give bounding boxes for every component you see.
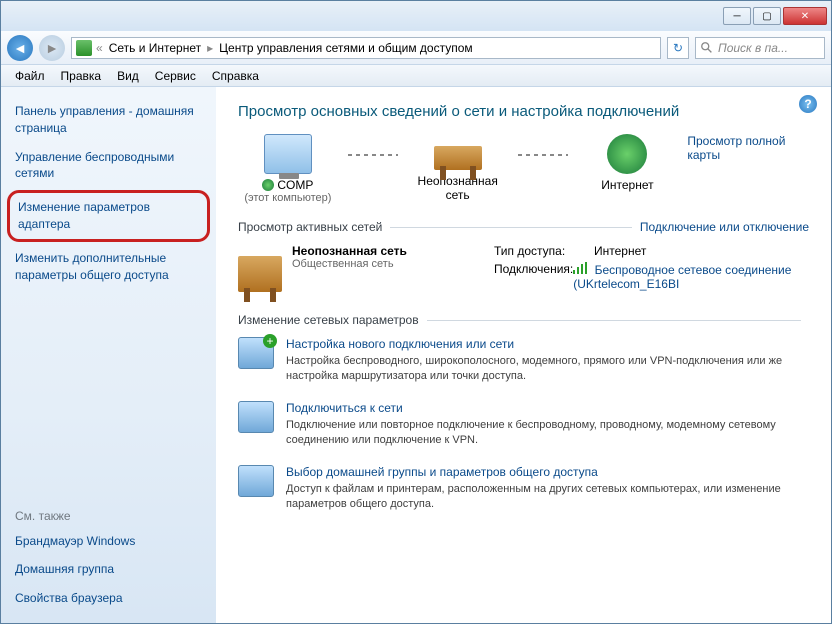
active-network-info[interactable]: Неопознанная сеть Общественная сеть bbox=[238, 244, 478, 295]
network-map: COMP (этот компьютер) Неопознанная сеть … bbox=[238, 134, 809, 204]
chevron-right-icon: ▸ bbox=[207, 41, 213, 55]
control-panel-icon bbox=[76, 40, 92, 56]
task-new-connection[interactable]: Настройка нового подключения или сети На… bbox=[238, 337, 809, 385]
sidebar: Панель управления - домашняя страница Уп… bbox=[1, 87, 216, 623]
active-network-props: Тип доступа: Интернет Подключения: Беспр… bbox=[494, 244, 809, 295]
minimize-button[interactable]: ─ bbox=[723, 7, 751, 25]
divider bbox=[390, 227, 632, 228]
node-computer-sub: (этот компьютер) bbox=[238, 192, 338, 204]
sidebar-wireless[interactable]: Управление беспроводными сетями bbox=[13, 143, 204, 189]
page-title: Просмотр основных сведений о сети и наст… bbox=[238, 103, 809, 120]
bench-icon bbox=[238, 256, 282, 292]
prop-connections-label: Подключения: bbox=[494, 262, 573, 291]
prop-access-label: Тип доступа: bbox=[494, 244, 594, 258]
titlebar: ─ ▢ ✕ bbox=[1, 1, 831, 31]
main-panel: ? Просмотр основных сведений о сети и на… bbox=[216, 87, 831, 623]
task-homegroup[interactable]: Выбор домашней группы и параметров общег… bbox=[238, 465, 809, 513]
prop-connections-link[interactable]: Беспроводное сетевое соединение (UKrtele… bbox=[573, 262, 809, 291]
task-desc: Подключение или повторное подключение к … bbox=[286, 418, 809, 449]
divider bbox=[427, 320, 801, 321]
full-map-link[interactable]: Просмотр полной карты bbox=[687, 134, 809, 162]
connector-line bbox=[348, 154, 398, 156]
bench-icon bbox=[434, 146, 482, 170]
section-change-settings: Изменение сетевых параметров bbox=[238, 313, 809, 327]
chevron-right-icon: « bbox=[96, 41, 103, 55]
search-input[interactable]: Поиск в па... bbox=[695, 37, 825, 59]
node-internet[interactable]: Интернет bbox=[578, 134, 678, 192]
sidebar-home[interactable]: Панель управления - домашняя страница bbox=[13, 97, 204, 143]
node-unidentified[interactable]: Неопознанная сеть bbox=[408, 134, 508, 202]
window: ─ ▢ ✕ ◄ ► « Сеть и Интернет ▸ Центр упра… bbox=[0, 0, 832, 624]
navbar: ◄ ► « Сеть и Интернет ▸ Центр управления… bbox=[1, 31, 831, 65]
maximize-button[interactable]: ▢ bbox=[753, 7, 781, 25]
node-unidentified-name: Неопознанная сеть bbox=[408, 174, 508, 202]
section-active-networks: Просмотр активных сетей Подключение или … bbox=[238, 220, 809, 234]
globe-icon bbox=[607, 134, 647, 174]
connection-name: Беспроводное сетевое соединение (UKrtele… bbox=[573, 263, 791, 291]
task-title: Выбор домашней группы и параметров общег… bbox=[286, 465, 809, 479]
connector-line bbox=[518, 154, 568, 156]
computer-icon bbox=[264, 134, 312, 174]
active-network-type: Общественная сеть bbox=[292, 258, 407, 270]
search-placeholder: Поиск в па... bbox=[718, 41, 788, 55]
sidebar-adapter-settings[interactable]: Изменение параметров адаптера bbox=[18, 199, 199, 233]
homegroup-icon bbox=[238, 465, 274, 497]
see-also-title: См. также bbox=[13, 503, 204, 527]
active-network-name: Неопознанная сеть bbox=[292, 244, 407, 258]
breadcrumb-sharing-center[interactable]: Центр управления сетями и общим доступом bbox=[217, 41, 475, 55]
menu-help[interactable]: Справка bbox=[204, 67, 267, 85]
sidebar-adapter-highlighted: Изменение параметров адаптера bbox=[7, 190, 210, 242]
breadcrumb-network[interactable]: Сеть и Интернет bbox=[107, 41, 203, 55]
sidebar-see-also: См. также Брандмауэр Windows Домашняя гр… bbox=[13, 503, 204, 613]
task-list: Настройка нового подключения или сети На… bbox=[238, 337, 809, 512]
refresh-button[interactable]: ↻ bbox=[667, 37, 689, 59]
forward-button[interactable]: ► bbox=[39, 35, 65, 61]
node-computer-name: COMP bbox=[277, 178, 313, 192]
menubar: Файл Правка Вид Сервис Справка bbox=[1, 65, 831, 87]
node-computer[interactable]: COMP (этот компьютер) bbox=[238, 134, 338, 204]
search-icon bbox=[700, 41, 714, 55]
menu-file[interactable]: Файл bbox=[7, 67, 53, 85]
task-desc: Доступ к файлам и принтерам, расположенн… bbox=[286, 482, 809, 513]
task-title: Настройка нового подключения или сети bbox=[286, 337, 809, 351]
section-title: Изменение сетевых параметров bbox=[238, 313, 419, 327]
task-desc: Настройка беспроводного, широкополосного… bbox=[286, 354, 809, 385]
task-title: Подключиться к сети bbox=[286, 401, 809, 415]
active-network-row: Неопознанная сеть Общественная сеть Тип … bbox=[238, 244, 809, 295]
connect-disconnect-link[interactable]: Подключение или отключение bbox=[640, 220, 809, 234]
section-title: Просмотр активных сетей bbox=[238, 220, 382, 234]
sidebar-sharing[interactable]: Изменить дополнительные параметры общего… bbox=[13, 244, 204, 290]
content-area: Панель управления - домашняя страница Уп… bbox=[1, 87, 831, 623]
help-icon[interactable]: ? bbox=[799, 95, 817, 113]
sidebar-homegroup[interactable]: Домашняя группа bbox=[13, 555, 204, 584]
address-bar[interactable]: « Сеть и Интернет ▸ Центр управления сет… bbox=[71, 37, 661, 59]
menu-view[interactable]: Вид bbox=[109, 67, 147, 85]
task-connect-network[interactable]: Подключиться к сети Подключение или повт… bbox=[238, 401, 809, 449]
signal-icon bbox=[573, 262, 587, 274]
prop-access-value: Интернет bbox=[594, 244, 646, 258]
new-connection-icon bbox=[238, 337, 274, 369]
connect-network-icon bbox=[238, 401, 274, 433]
sidebar-firewall[interactable]: Брандмауэр Windows bbox=[13, 527, 204, 556]
back-button[interactable]: ◄ bbox=[7, 35, 33, 61]
menu-service[interactable]: Сервис bbox=[147, 67, 204, 85]
node-internet-name: Интернет bbox=[578, 178, 678, 192]
close-button[interactable]: ✕ bbox=[783, 7, 827, 25]
menu-edit[interactable]: Правка bbox=[53, 67, 110, 85]
sidebar-browser[interactable]: Свойства браузера bbox=[13, 584, 204, 613]
globe-small-icon bbox=[262, 179, 274, 191]
